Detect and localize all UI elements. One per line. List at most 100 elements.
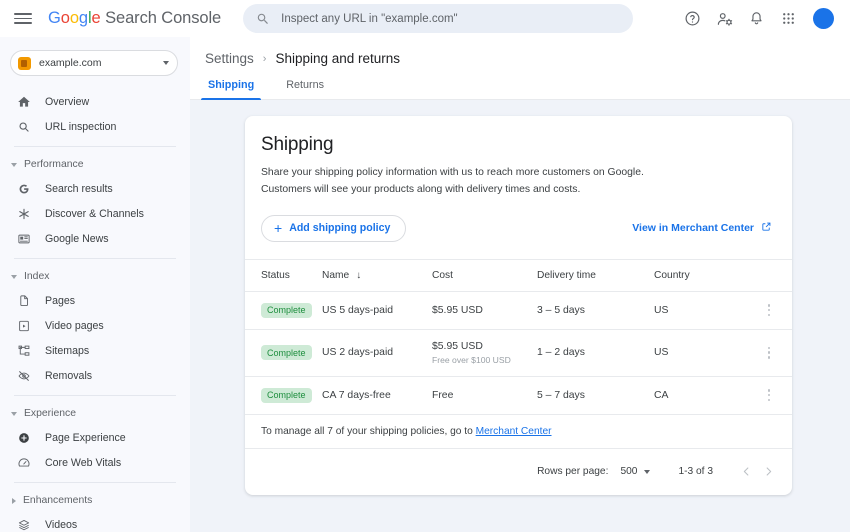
sidebar-group-enhancements: Enhancements Videos	[0, 489, 190, 532]
sidebar-item-videos[interactable]: Videos	[0, 512, 190, 532]
sidebar-label: Sitemaps	[45, 344, 90, 357]
sidebar-group-index: Index Pages Video pages Sitemaps Removal…	[0, 265, 190, 388]
user-avatar[interactable]	[813, 8, 834, 29]
sidebar-divider	[14, 395, 176, 396]
table-row[interactable]: Complete CA 7 days-free Free 5 – 7 days …	[245, 376, 792, 415]
card-title: Shipping	[261, 134, 334, 155]
sidebar-item-page-experience[interactable]: Page Experience	[0, 425, 190, 450]
sidebar-item-search-results[interactable]: Search results	[0, 176, 190, 201]
more-vert-icon[interactable]	[758, 389, 792, 402]
apps-grid-icon[interactable]	[779, 9, 798, 28]
brand-logo[interactable]: Google Search Console	[48, 9, 221, 28]
hamburger-menu-icon[interactable]	[12, 8, 34, 30]
sidebar-group-header-index[interactable]: Index	[0, 265, 190, 288]
sidebar-item-overview[interactable]: Overview	[0, 89, 190, 114]
content-area: Shipping Share your shipping policy info…	[190, 100, 850, 532]
group-label: Experience	[24, 408, 76, 419]
cell-delivery-time: 3 – 5 days	[537, 291, 654, 330]
sitemaps-icon	[16, 343, 31, 358]
search-icon	[256, 12, 270, 26]
news-icon	[16, 231, 31, 246]
footer-note-text: To manage all 7 of your shipping policie…	[261, 425, 476, 437]
triangle-right-icon	[12, 497, 16, 504]
sidebar-label: Page Experience	[45, 431, 126, 444]
cell-name: US 5 days-paid	[322, 291, 432, 330]
chevron-right-icon[interactable]	[757, 461, 779, 483]
sidebar-item-video-pages[interactable]: Video pages	[0, 313, 190, 338]
more-vert-icon[interactable]	[758, 304, 792, 317]
tab-shipping[interactable]: Shipping	[200, 79, 262, 100]
cell-status: Complete	[245, 376, 322, 415]
tab-returns[interactable]: Returns	[283, 79, 327, 99]
sidebar-item-url-inspection[interactable]: URL inspection	[0, 114, 190, 139]
cell-actions	[758, 329, 792, 377]
add-shipping-policy-label: Add shipping policy	[289, 222, 391, 235]
group-label: Index	[24, 271, 50, 282]
sidebar-label: Google News	[45, 232, 109, 245]
table-row[interactable]: Complete US 2 days-paid $5.95 USD Free o…	[245, 329, 792, 377]
product-name: Search Console	[105, 9, 222, 27]
sidebar-item-sitemaps[interactable]: Sitemaps	[0, 338, 190, 363]
column-header-name[interactable]: Name ↓	[322, 258, 432, 292]
video-pages-icon	[16, 318, 31, 333]
cell-delivery-time: 1 – 2 days	[537, 329, 654, 377]
more-vert-icon[interactable]	[758, 346, 792, 359]
column-header-country[interactable]: Country	[654, 258, 758, 292]
merchant-center-label: View in Merchant Center	[632, 222, 754, 235]
card-description-line2: Customers will see your products along w…	[261, 183, 581, 195]
cost-value: $5.95 USD	[432, 304, 483, 316]
sidebar-item-pages[interactable]: Pages	[0, 288, 190, 313]
top-bar-actions	[683, 8, 840, 29]
rows-per-page-select[interactable]: 500	[620, 466, 651, 478]
external-link-icon	[761, 221, 772, 235]
sidebar-group-header-experience[interactable]: Experience	[0, 402, 190, 425]
property-icon	[18, 56, 31, 70]
sidebar-group-header-enhancements[interactable]: Enhancements	[0, 489, 190, 512]
sidebar-divider	[14, 146, 176, 147]
search-input[interactable]	[281, 12, 621, 25]
help-icon[interactable]	[683, 9, 702, 28]
property-selector[interactable]: example.com	[10, 50, 178, 76]
group-label: Performance	[24, 159, 84, 170]
cell-cost: Free	[432, 376, 537, 415]
chevron-left-icon[interactable]	[735, 461, 757, 483]
notifications-bell-icon[interactable]	[747, 9, 766, 28]
sidebar-divider	[14, 258, 176, 259]
breadcrumb-parent[interactable]: Settings	[205, 51, 254, 66]
rows-per-page-value: 500	[620, 466, 638, 478]
rows-per-page-label: Rows per page:	[537, 466, 609, 478]
account-settings-icon[interactable]	[715, 9, 734, 28]
property-name: example.com	[39, 57, 102, 69]
view-in-merchant-center-link[interactable]: View in Merchant Center	[632, 221, 772, 235]
search-container	[243, 4, 634, 33]
column-header-cost[interactable]: Cost	[432, 258, 537, 292]
tab-bar: Shipping Returns	[190, 79, 850, 100]
cell-country: US	[654, 291, 758, 330]
cell-actions	[758, 291, 792, 330]
breadcrumb: Settings › Shipping and returns	[190, 51, 850, 66]
status-badge: Complete	[261, 387, 312, 403]
sidebar-item-google-news[interactable]: Google News	[0, 226, 190, 251]
cost-value: $5.95 USD	[432, 340, 483, 352]
sort-desc-icon: ↓	[356, 269, 362, 281]
sidebar-item-removals[interactable]: Removals	[0, 363, 190, 388]
table-row[interactable]: Complete US 5 days-paid $5.95 USD 3 – 5 …	[245, 291, 792, 330]
chevron-down-icon	[644, 469, 651, 474]
sidebar-item-discover-channels[interactable]: Discover & Channels	[0, 201, 190, 226]
sidebar-label: Search results	[45, 182, 113, 195]
table-header-row: Status Name ↓ Cost Delivery time Country	[245, 258, 792, 292]
sidebar-group-header-performance[interactable]: Performance	[0, 153, 190, 176]
home-icon	[16, 94, 31, 109]
url-inspection-search[interactable]	[243, 4, 634, 33]
pages-icon	[16, 293, 31, 308]
merchant-center-link[interactable]: Merchant Center	[476, 426, 552, 437]
gauge-icon	[16, 455, 31, 470]
pagination-range: 1-3 of 3	[678, 466, 713, 478]
cell-status: Complete	[245, 329, 322, 377]
add-shipping-policy-button[interactable]: + Add shipping policy	[261, 214, 407, 242]
sidebar-item-core-web-vitals[interactable]: Core Web Vitals	[0, 450, 190, 475]
column-header-delivery-time[interactable]: Delivery time	[537, 258, 654, 292]
page-header: Settings › Shipping and returns Shipping…	[190, 37, 850, 100]
column-header-status[interactable]: Status	[245, 258, 322, 292]
cell-country: US	[654, 329, 758, 377]
